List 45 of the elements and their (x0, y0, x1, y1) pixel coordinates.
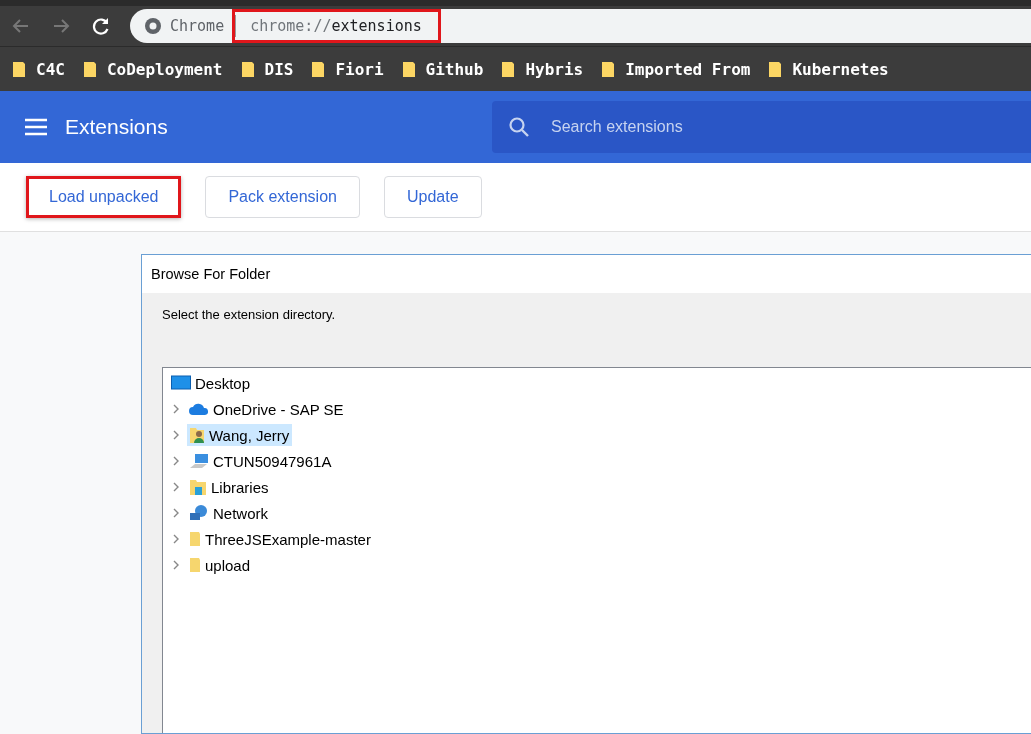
menu-icon[interactable] (25, 118, 47, 136)
chrome-icon (144, 17, 162, 35)
network-icon (189, 504, 209, 522)
folder-icon (12, 60, 26, 78)
cloud-icon (189, 402, 209, 416)
tree-item[interactable]: Wang, Jerry (187, 424, 293, 446)
folder-icon (501, 60, 516, 78)
tree-item[interactable]: Desktop (169, 372, 254, 394)
toolbar-button[interactable]: Load unpacked (26, 176, 182, 218)
address-bar[interactable]: Chrome chrome://extensions (130, 9, 1031, 43)
url-text: chrome://extensions (235, 15, 430, 37)
search-icon (508, 116, 530, 138)
search-field[interactable]: Search extensions (492, 101, 1031, 153)
toolbar-button[interactable]: Pack extension (205, 176, 360, 218)
tree-item[interactable]: Libraries (187, 476, 272, 498)
dialog-prompt: Select the extension directory. (162, 307, 336, 322)
folder-icon (240, 60, 255, 78)
tree-item[interactable]: OneDrive - SAP SE (187, 398, 347, 420)
folder-icon (768, 60, 783, 78)
bookmark-link[interactable]: Imported From (625, 59, 751, 79)
folder-icon (401, 60, 416, 78)
folder-icon (311, 60, 326, 78)
computer-icon (189, 453, 209, 469)
bookmark-link[interactable]: C4C (36, 59, 65, 79)
folder-icon (82, 60, 97, 78)
toolbar-button[interactable]: Update (383, 176, 482, 218)
bookmark-link[interactable]: Kubernetes (792, 59, 889, 79)
folder-icon (189, 531, 201, 547)
tree-item[interactable]: Network (187, 502, 271, 524)
bookmark-link[interactable]: Fiori (335, 59, 384, 79)
bookmark-link[interactable]: DIS (264, 59, 294, 79)
tree-item[interactable]: ThreeJSExample-master (187, 528, 374, 550)
tree-item[interactable]: CTUN50947961A (187, 450, 335, 472)
page-title: Extensions (65, 115, 169, 139)
bookmark-link[interactable]: Github (425, 59, 484, 79)
dialog-title: Browse For Folder (142, 255, 1031, 293)
tree-item[interactable]: upload (187, 554, 254, 576)
folder-icon (189, 557, 201, 573)
libraries-icon (189, 478, 207, 496)
bookmark-link[interactable]: Hybris (525, 59, 584, 79)
monitor-icon (171, 375, 191, 391)
bookmark-link[interactable]: CoDeployment (106, 59, 223, 79)
site-label: Chrome (170, 17, 225, 35)
user-folder-icon (189, 426, 205, 444)
folder-icon (601, 60, 616, 78)
